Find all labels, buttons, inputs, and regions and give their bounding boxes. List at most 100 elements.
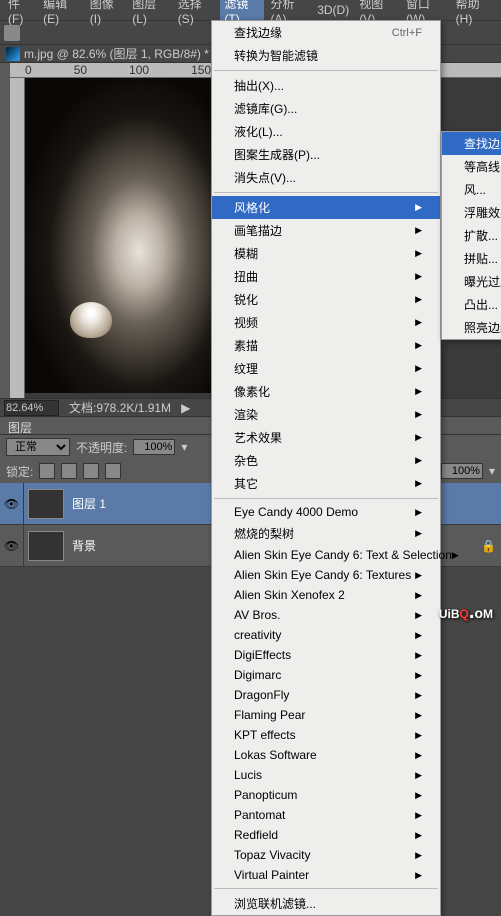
menu-item[interactable]: Alien Skin Eye Candy 6: Text & Selection…: [212, 545, 440, 565]
opacity-input[interactable]: [133, 439, 175, 455]
menu-item[interactable]: Alien Skin Eye Candy 6: Textures▶: [212, 565, 440, 585]
submenu-arrow-icon: ▶: [415, 690, 422, 701]
submenu-arrow-icon: ▶: [415, 248, 422, 259]
submenu-arrow-icon: ▶: [415, 363, 422, 374]
layer-thumbnail[interactable]: [28, 489, 64, 519]
menu-item[interactable]: 曝光过度: [442, 270, 501, 293]
zoom-input[interactable]: [4, 400, 59, 416]
menu-item[interactable]: 照亮边缘...: [442, 316, 501, 339]
lock-transparency-icon[interactable]: [39, 463, 55, 479]
menu-item[interactable]: 像素化▶: [212, 380, 440, 403]
submenu-arrow-icon: ▶: [415, 528, 422, 539]
menu-item[interactable]: 等高线...: [442, 155, 501, 178]
visibility-eye-icon[interactable]: 👁: [0, 483, 24, 524]
menu-item[interactable]: 图案生成器(P)...: [212, 143, 440, 166]
submenu-arrow-icon: ▶: [415, 850, 422, 861]
chevron-down-icon[interactable]: ▾: [181, 440, 187, 454]
menu-item[interactable]: DragonFly▶: [212, 685, 440, 705]
menu-item[interactable]: Pantomat▶: [212, 805, 440, 825]
menu-item[interactable]: Digimarc▶: [212, 665, 440, 685]
lock-move-icon[interactable]: [83, 463, 99, 479]
menu-item[interactable]: Flaming Pear▶: [212, 705, 440, 725]
submenu-arrow-icon: ▶: [415, 455, 422, 466]
submenu-arrow-icon: ▶: [415, 810, 422, 821]
stylize-submenu: 查找边缘等高线...风...浮雕效果...扩散...拼贴...曝光过度凸出...…: [441, 131, 501, 340]
submenu-arrow-icon: ▶: [415, 870, 422, 881]
menu-item[interactable]: Topaz Vivacity▶: [212, 845, 440, 865]
menu-item[interactable]: 抽出(X)...: [212, 74, 440, 97]
submenu-arrow-icon: ▶: [415, 710, 422, 721]
menu-item[interactable]: 锐化▶: [212, 288, 440, 311]
menu-item[interactable]: 素描▶: [212, 334, 440, 357]
menu-help[interactable]: 帮助(H): [452, 0, 497, 28]
menu-item[interactable]: 拼贴...: [442, 247, 501, 270]
menu-item[interactable]: 视频▶: [212, 311, 440, 334]
menu-item[interactable]: Panopticum▶: [212, 785, 440, 805]
menu-item[interactable]: 风格化▶: [212, 196, 440, 219]
lock-all-icon[interactable]: [105, 463, 121, 479]
menu-item[interactable]: 液化(L)...: [212, 120, 440, 143]
chevron-right-icon[interactable]: ▶: [181, 401, 190, 415]
opacity-label: 不透明度:: [76, 439, 127, 456]
menu-item[interactable]: 消失点(V)...: [212, 166, 440, 189]
menu-item[interactable]: Eye Candy 4000 Demo▶: [212, 502, 440, 522]
menu-item[interactable]: 渲染▶: [212, 403, 440, 426]
lock-brush-icon[interactable]: [61, 463, 77, 479]
menu-item[interactable]: Lucis▶: [212, 765, 440, 785]
submenu-arrow-icon: ▶: [415, 770, 422, 781]
menu-item[interactable]: AV Bros.▶: [212, 605, 440, 625]
menu-item[interactable]: 杂色▶: [212, 449, 440, 472]
submenu-arrow-icon: ▶: [415, 409, 422, 420]
fill-input[interactable]: [441, 463, 483, 479]
chevron-down-icon[interactable]: ▾: [489, 464, 495, 478]
menu-item[interactable]: 查找边缘: [442, 132, 501, 155]
submenu-arrow-icon: ▶: [415, 478, 422, 489]
menu-item[interactable]: 浮雕效果...: [442, 201, 501, 224]
submenu-arrow-icon: ▶: [415, 790, 422, 801]
menu-item[interactable]: 扭曲▶: [212, 265, 440, 288]
menu-item[interactable]: 其它▶: [212, 472, 440, 495]
doc-size: 文档:978.2K/1.91M: [69, 399, 171, 416]
menu-item[interactable]: 画笔描边▶: [212, 219, 440, 242]
submenu-arrow-icon: ▶: [415, 730, 422, 741]
submenu-arrow-icon: ▶: [415, 507, 422, 518]
move-tool-icon[interactable]: [4, 25, 20, 41]
menu-item[interactable]: 浏览联机滤镜...: [212, 892, 440, 915]
submenu-arrow-icon: ▶: [415, 202, 422, 213]
visibility-eye-icon[interactable]: 👁: [0, 525, 24, 566]
filter-dropdown-menu: 查找边缘Ctrl+F转换为智能滤镜抽出(X)...滤镜库(G)...液化(L).…: [211, 20, 441, 916]
menu-item[interactable]: 燃烧的梨树▶: [212, 522, 440, 545]
document-image: [25, 78, 215, 393]
menu-item[interactable]: 风...: [442, 178, 501, 201]
submenu-arrow-icon: ▶: [415, 610, 422, 621]
menu-item[interactable]: 扩散...: [442, 224, 501, 247]
menu-item[interactable]: Lokas Software▶: [212, 745, 440, 765]
layer-thumbnail[interactable]: [28, 531, 64, 561]
submenu-arrow-icon: ▶: [415, 650, 422, 661]
menu-layer[interactable]: 图层(L): [128, 0, 171, 28]
menu-item[interactable]: Virtual Painter▶: [212, 865, 440, 885]
menu-file[interactable]: 件(F): [4, 0, 37, 28]
menu-item[interactable]: 转换为智能滤镜: [212, 44, 440, 67]
menu-item[interactable]: 艺术效果▶: [212, 426, 440, 449]
blend-mode-select[interactable]: 正常: [6, 438, 70, 456]
menu-item[interactable]: 查找边缘Ctrl+F: [212, 21, 440, 44]
menu-edit[interactable]: 编辑(E): [39, 0, 84, 28]
menu-item[interactable]: creativity▶: [212, 625, 440, 645]
submenu-arrow-icon: ▶: [415, 225, 422, 236]
submenu-arrow-icon: ▶: [415, 317, 422, 328]
menu-item[interactable]: 滤镜库(G)...: [212, 97, 440, 120]
menu-item[interactable]: 模糊▶: [212, 242, 440, 265]
ps-icon: [6, 47, 20, 61]
menu-3d[interactable]: 3D(D): [313, 1, 353, 19]
menu-item[interactable]: KPT effects▶: [212, 725, 440, 745]
submenu-arrow-icon: ▶: [415, 432, 422, 443]
menu-item[interactable]: DigiEffects▶: [212, 645, 440, 665]
menubar: 件(F) 编辑(E) 图像(I) 图层(L) 选择(S) 滤镜(T) 分析(A)…: [0, 0, 501, 20]
submenu-arrow-icon: ▶: [415, 830, 422, 841]
menu-image[interactable]: 图像(I): [86, 0, 126, 28]
menu-item[interactable]: 纹理▶: [212, 357, 440, 380]
menu-item[interactable]: Alien Skin Xenofex 2▶: [212, 585, 440, 605]
menu-item[interactable]: 凸出...: [442, 293, 501, 316]
menu-item[interactable]: Redfield▶: [212, 825, 440, 845]
